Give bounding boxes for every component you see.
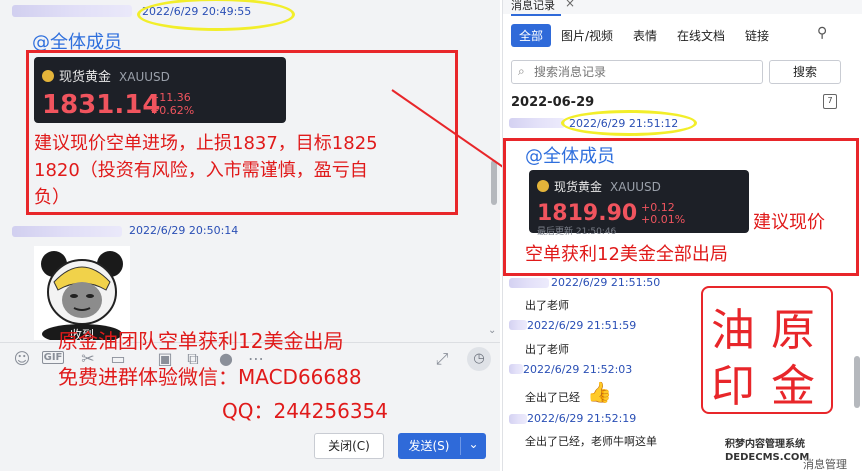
overlay-text-2: 免费进群体验微信：MACD66688 (58, 365, 362, 389)
history-icon[interactable]: ◷ (467, 347, 491, 371)
search-box: ⌕ (511, 60, 763, 84)
message-text: 建议现价空单进场，止损1837，目标1825 1820（投资有风险，入市需谨慎，… (34, 133, 378, 208)
close-button[interactable]: 关闭(C) (314, 433, 384, 459)
mention-all[interactable]: @全体成员 (525, 142, 615, 168)
search-button[interactable]: 搜索 (769, 60, 841, 84)
sender-name-blurred (509, 320, 527, 330)
message-manage-link[interactable]: 消息管理 (803, 456, 847, 472)
seal-char: 油 (711, 305, 755, 356)
highlight-ellipse (137, 0, 295, 31)
sender-name-blurred (509, 278, 549, 288)
overlay-text-3: QQ：244256354 (222, 399, 389, 423)
message-timestamp: 2022/6/29 20:50:14 (129, 224, 239, 237)
card-price: 1831.14 (42, 90, 161, 120)
filter-tab-stickers[interactable]: 表情 (633, 27, 657, 44)
collapse-icon[interactable]: ⌄ (488, 325, 496, 336)
send-button-group: 发送(S) ⌄ (398, 433, 486, 459)
chat-pane: 2022/6/29 20:49:55 @全体成员 现货黄金 XAUUSD 1831… (0, 0, 500, 471)
card-last-update: 最后更新 21:50:46 (537, 227, 617, 237)
card-price: 1819.90 (537, 201, 638, 226)
thumbs-up-icon: 👍 (587, 380, 612, 404)
message-text: 全出了已经，老师牛啊这单 (525, 435, 657, 448)
message-text-1: 建议现价 (753, 212, 825, 233)
sender-name-blurred (509, 414, 527, 424)
card-symbol: XAUUSD (119, 70, 170, 84)
gold-price-card[interactable]: 现货黄金 XAUUSD 1819.90 +0.12 +0.01% 最后更新 21:… (529, 170, 749, 237)
card-change-pct: +0.01% (641, 213, 686, 226)
search-icon: ⌕ (518, 64, 525, 78)
message-text: 全出了已经 (525, 391, 580, 404)
filter-icon[interactable]: ⚲ (817, 25, 827, 41)
close-icon[interactable]: × (565, 0, 575, 10)
card-change-pct: +0.62% (150, 104, 195, 117)
message-timestamp: 2022/6/29 21:52:19 (527, 412, 637, 425)
send-options-dropdown[interactable]: ⌄ (461, 433, 486, 459)
gold-icon (537, 180, 549, 192)
filter-tab-media[interactable]: 图片/视频 (561, 27, 613, 44)
card-symbol: XAUUSD (610, 180, 661, 194)
card-name: 现货黄金 (554, 180, 603, 194)
seal-char: 原 (771, 305, 815, 356)
message-timestamp: 2022/6/29 21:51:59 (527, 319, 637, 332)
filter-tab-docs[interactable]: 在线文档 (677, 27, 725, 44)
panel-tab-title[interactable]: 消息记录 (511, 0, 555, 13)
smile-icon[interactable]: ☺ (12, 349, 32, 368)
gold-price-card[interactable]: 现货黄金 XAUUSD 1831.14 +11.36 +0.62% (34, 57, 286, 123)
gold-icon (42, 70, 54, 82)
message-timestamp: 2022/6/29 21:52:03 (523, 363, 633, 376)
message-text: 出了老师 (525, 299, 569, 312)
filter-tab-all[interactable]: 全部 (511, 24, 552, 47)
card-change: +11.36 (150, 91, 191, 104)
date-header: 2022-06-29 (511, 95, 595, 110)
sender-name-blurred (12, 5, 132, 17)
tab-underline (511, 14, 561, 16)
message-text-2: 空单获利12美金全部出局 (525, 244, 728, 265)
seal-char: 金 (771, 361, 815, 412)
seal-stamp: 油 原 印 金 (701, 286, 833, 414)
message-timestamp: 2022/6/29 21:51:50 (551, 276, 661, 289)
sender-name-blurred (12, 226, 122, 237)
overlay-text-1: 原金油团队空单获利12美金出局 (58, 329, 344, 353)
sender-name-blurred (509, 364, 523, 374)
sender-name-blurred (509, 118, 565, 128)
highlight-ellipse (561, 110, 697, 136)
card-name: 现货黄金 (59, 70, 112, 85)
history-scrollbar[interactable] (854, 356, 860, 408)
filter-tab-links[interactable]: 链接 (745, 27, 769, 44)
message-text: 出了老师 (525, 343, 569, 356)
message-history-pane: 消息记录 × 全部 图片/视频 表情 在线文档 链接 ⚲ ⌕ 搜索 2022-0… (502, 0, 862, 471)
search-input[interactable] (534, 63, 754, 81)
expand-icon[interactable]: ⤢ (432, 349, 452, 369)
calendar-icon[interactable]: 7 (823, 94, 837, 109)
seal-char: 印 (711, 361, 755, 412)
send-button[interactable]: 发送(S) (398, 433, 460, 459)
panel-tab-bar: 消息记录 × (503, 0, 862, 14)
